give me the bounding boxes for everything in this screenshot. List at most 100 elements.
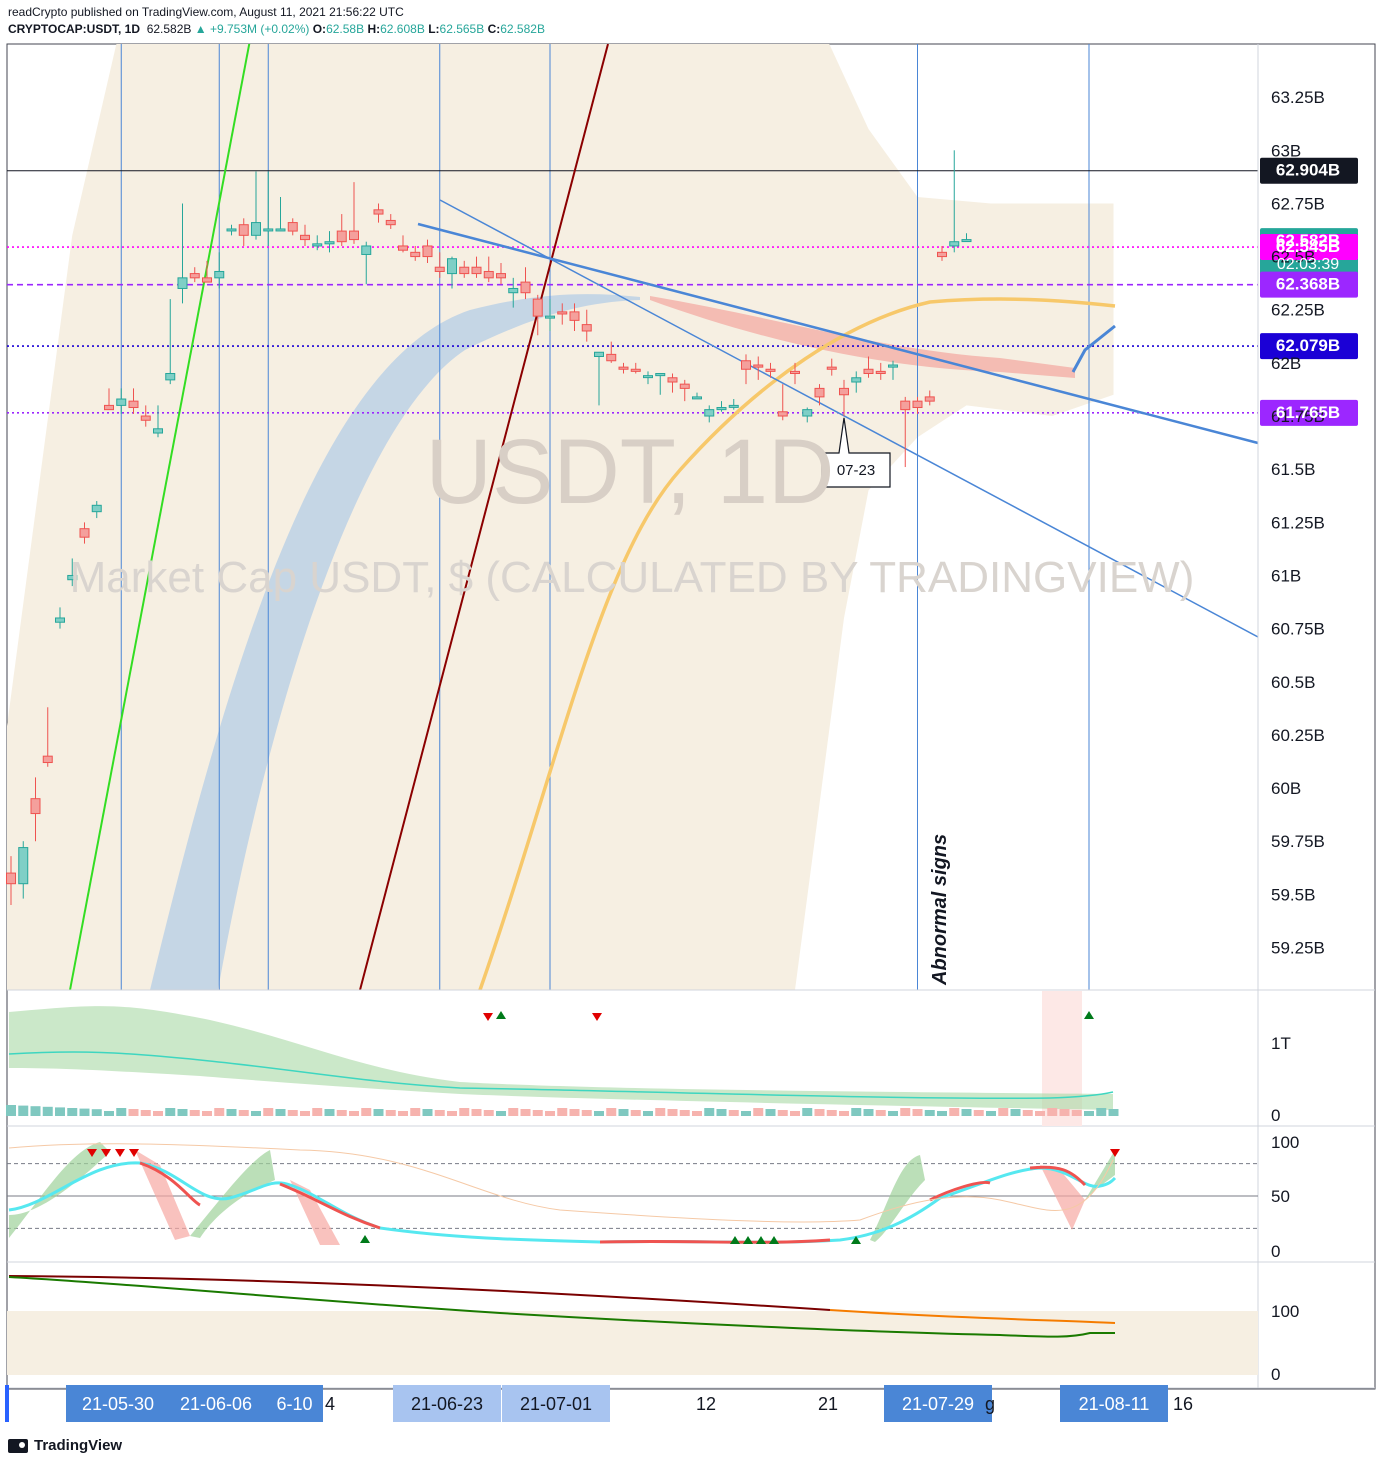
volume-bar: [1071, 1110, 1082, 1116]
time-axis-label: 12: [696, 1394, 716, 1414]
y-tick-label: 62.25B: [1271, 301, 1325, 320]
sell-signal-marker: [1110, 1149, 1120, 1157]
candle-body: [30, 798, 41, 815]
volume-bar: [520, 1109, 531, 1116]
volume-bar: [116, 1108, 127, 1116]
candle-body: [140, 415, 151, 421]
volume-bar: [373, 1109, 384, 1116]
buy-signal-marker: [496, 1011, 506, 1019]
volume-bar: [728, 1110, 739, 1116]
volume-bar: [802, 1108, 813, 1116]
candle-body: [863, 368, 874, 375]
volume-bar: [471, 1109, 482, 1116]
candle-body: [483, 270, 494, 279]
watermark-description: Market Cap USDT, $ (CALCULATED BY TRADIN…: [70, 553, 1195, 602]
time-axis-label: 16: [1173, 1394, 1193, 1414]
candle-body: [165, 373, 176, 381]
candle-body: [949, 241, 960, 247]
volume-bar: [226, 1109, 237, 1116]
volume-bar: [128, 1109, 139, 1116]
volume-bar: [1096, 1108, 1107, 1116]
candle-body: [410, 251, 421, 258]
volume-axis-label: 0: [1271, 1106, 1280, 1125]
time-axis-edge-marker: [5, 1385, 9, 1422]
buy-signal-marker: [730, 1236, 740, 1244]
volume-bar: [434, 1110, 445, 1116]
candle-body: [630, 368, 641, 372]
volume-bar: [324, 1109, 335, 1116]
volume-bar: [104, 1111, 114, 1116]
volume-bar: [826, 1110, 837, 1116]
candle-body: [189, 273, 200, 279]
candle-body: [312, 243, 323, 247]
candle-body: [912, 400, 923, 409]
volume-bar: [202, 1111, 212, 1116]
volume-bar: [1022, 1110, 1033, 1116]
candle-body: [496, 273, 506, 279]
volume-bar: [496, 1111, 506, 1116]
volume-bar: [91, 1109, 102, 1116]
volume-bar: [238, 1110, 249, 1116]
stoch-axis-label: 100: [1271, 1133, 1299, 1152]
candle-body: [214, 270, 225, 279]
stoch-k-red-segment: [139, 1161, 1087, 1244]
candle-body: [300, 234, 310, 241]
volume-bar: [716, 1109, 727, 1116]
candle-body: [6, 872, 16, 885]
candle-body: [557, 311, 568, 315]
volume-bar: [79, 1108, 90, 1116]
candle-body: [667, 377, 678, 383]
volume-bar: [153, 1111, 163, 1116]
candle-body: [606, 353, 617, 362]
volume-bar: [594, 1111, 604, 1116]
callout-label: 07-23: [837, 462, 875, 479]
volume-bar: [410, 1108, 421, 1116]
time-axis-label: 4: [325, 1394, 335, 1414]
chart-canvas[interactable]: 63.25B63B62.75B62.5B62.25B62B61.75B61.5B…: [0, 0, 1382, 1430]
candle-body: [226, 228, 237, 232]
volume-bar: [1084, 1111, 1094, 1116]
volume-bar: [422, 1109, 433, 1116]
candle-body: [128, 400, 139, 409]
abnormal-signs-annotation: Abnormal signs: [929, 834, 951, 986]
volume-bar: [606, 1108, 617, 1116]
volume-bar: [655, 1108, 666, 1116]
volume-bar: [6, 1105, 16, 1116]
countdown-label: 02:03:39: [1277, 256, 1339, 273]
candle-body: [471, 266, 482, 275]
volume-bar: [569, 1109, 580, 1116]
volume-bar: [961, 1109, 972, 1116]
candle-body: [581, 324, 592, 332]
volume-bar: [398, 1111, 408, 1116]
price-label-text: 61.765B: [1276, 403, 1340, 422]
volume-axis-label: 1T: [1271, 1034, 1291, 1053]
stoch-fill-down: [1040, 1165, 1085, 1230]
volume-pane: [6, 991, 1119, 1126]
volume-bar: [937, 1111, 947, 1116]
volume-bar: [67, 1108, 78, 1116]
volume-bar: [912, 1109, 923, 1116]
buy-signal-marker: [1084, 1011, 1094, 1019]
candle-body: [839, 387, 849, 396]
volume-bar: [630, 1110, 641, 1116]
candle-body: [765, 368, 776, 372]
candle-body: [532, 298, 543, 317]
volume-bar: [704, 1108, 715, 1116]
candle-body: [937, 251, 947, 258]
y-tick-label: 61.5B: [1271, 460, 1315, 479]
candle-body: [373, 209, 384, 215]
candle-body: [692, 396, 702, 400]
price-label-text: 62.545B: [1276, 237, 1340, 256]
candle-body: [679, 383, 690, 389]
candle-body: [777, 411, 788, 417]
volume-bar: [839, 1111, 849, 1116]
volume-bar: [214, 1108, 225, 1116]
candle-body: [238, 224, 249, 236]
candle-body: [385, 219, 396, 226]
volume-bar: [349, 1111, 359, 1116]
stoch-axis-label: 50: [1271, 1187, 1290, 1206]
volume-bar: [973, 1110, 984, 1116]
candle-body: [263, 228, 274, 232]
y-tick-label: 61B: [1271, 566, 1301, 585]
volume-bar: [336, 1110, 347, 1116]
